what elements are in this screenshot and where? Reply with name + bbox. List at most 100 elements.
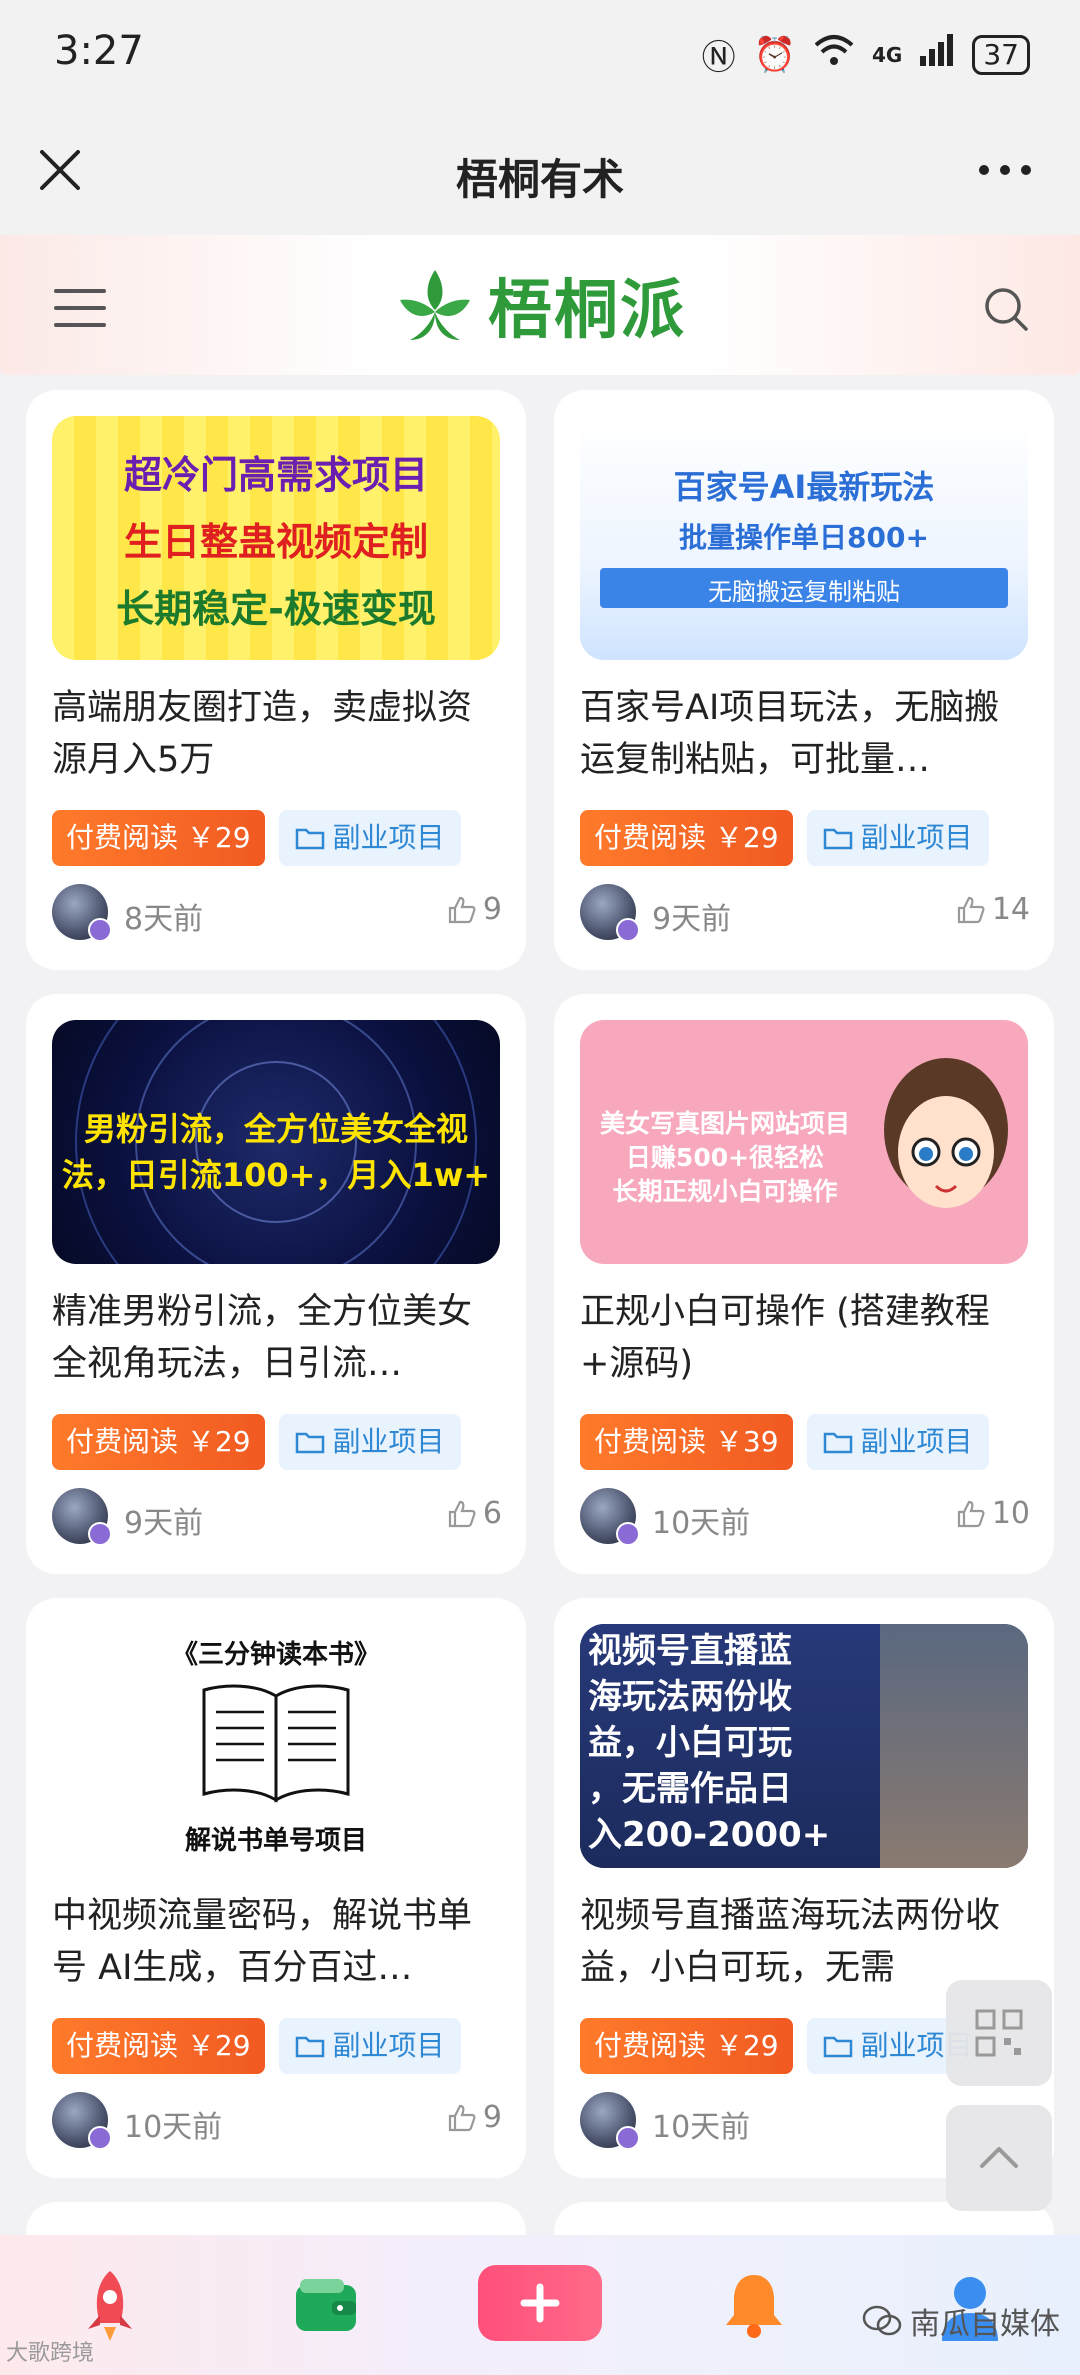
article-tags: 付费阅读 ￥39 副业项目	[580, 1414, 989, 1470]
app-nav-bar: 梧桐有术	[0, 110, 1080, 235]
network-label: 4G	[872, 42, 903, 67]
article-meta: 10天前 10	[580, 1488, 1030, 1546]
avatar[interactable]	[52, 2092, 112, 2150]
price-badge: 付费阅读 ￥29	[580, 810, 793, 866]
thumbs-up-icon	[448, 1500, 476, 1527]
publish-button[interactable]	[478, 2265, 602, 2341]
article-meta: 9天前 14	[580, 884, 1030, 942]
tab-home[interactable]	[70, 2265, 150, 2345]
like-count: 10	[991, 1496, 1030, 1531]
thumbnail-text: ，无需作品日	[588, 1769, 792, 1809]
nfc-icon: Ⓝ	[701, 38, 736, 78]
category-tag[interactable]: 副业项目	[278, 810, 461, 866]
article-tags: 付费阅读 ￥29 副业项目	[580, 810, 989, 866]
price-badge: 付费阅读 ￥29	[580, 2018, 793, 2074]
thumbs-up-icon	[448, 896, 476, 923]
thumbnail-text: 日赚500+很轻松	[625, 1143, 825, 1172]
article-thumbnail[interactable]: 百家号AI最新玩法 批量操作单日800+ 无脑搬运复制粘贴	[580, 416, 1028, 660]
category-tag[interactable]: 副业项目	[278, 1414, 461, 1470]
back-to-top-button[interactable]	[946, 2105, 1052, 2211]
like-button[interactable]: 10	[956, 1496, 1030, 1531]
qr-code-button[interactable]	[946, 1980, 1052, 2086]
article-thumbnail[interactable]: 《三分钟读本书》 解说书单号项目	[52, 1624, 500, 1868]
post-time: 10天前	[124, 2110, 223, 2145]
article-tags: 付费阅读 ￥29 副业项目	[580, 2018, 989, 2074]
post-time: 9天前	[124, 1506, 204, 1541]
article-thumbnail[interactable]: 男粉引流，全方位美女全视 法，日引流100+，月入1w+	[52, 1020, 500, 1264]
thumbnail-text: 解说书单号项目	[184, 1826, 367, 1856]
thumbnail-text: 《三分钟读本书》	[171, 1640, 380, 1670]
status-bar: 3:27 Ⓝ ⏰ 4G 37	[0, 0, 1080, 110]
category-label: 副业项目	[332, 821, 445, 854]
thumbs-up-icon	[957, 896, 985, 923]
article-card[interactable]: 视频号直播蓝 海玩法两份收 益，小白可玩 ，无需作品日 入200-2000+ 视…	[554, 1598, 1054, 2178]
battery-icon: 37	[972, 34, 1030, 75]
article-tags: 付费阅读 ￥29 副业项目	[52, 1414, 461, 1470]
like-button[interactable]: 9	[447, 892, 502, 927]
post-time: 10天前	[652, 2110, 751, 2145]
category-tag[interactable]: 副业项目	[278, 2018, 461, 2074]
folder-icon	[823, 828, 852, 850]
thumbnail-text: 长期稳定-极速变现	[116, 587, 436, 631]
verified-badge-icon	[88, 1522, 112, 1546]
plus-icon	[520, 2283, 560, 2323]
post-time: 10天前	[652, 1506, 751, 1541]
article-card[interactable]: 《三分钟读本书》 解说书单号项目 中视频流量密码，解说书单号 AI生成，百分百过…	[26, 1598, 526, 2178]
category-tag[interactable]: 副业项目	[806, 1414, 989, 1470]
category-label: 副业项目	[860, 821, 973, 854]
price-badge: 付费阅读 ￥29	[52, 810, 265, 866]
like-button[interactable]: 9	[447, 2100, 502, 2135]
bottom-tab-bar: 大歌跨境 南瓜自媒体	[0, 2235, 1080, 2375]
back-to-top-icon	[980, 2147, 1018, 2168]
verified-badge-icon	[616, 918, 640, 942]
avatar[interactable]	[52, 1488, 112, 1546]
folder-icon	[295, 828, 324, 850]
avatar[interactable]	[580, 1488, 640, 1546]
article-card[interactable]: 男粉引流，全方位美女全视 法，日引流100+，月入1w+ 精准男粉引流，全方位美…	[26, 994, 526, 1574]
thumbnail-text: 男粉引流，全方位美女全视	[83, 1110, 468, 1148]
leaf-logo-icon	[400, 270, 470, 340]
watermark-right: 南瓜自媒体	[862, 2299, 1060, 2343]
signal-icon	[920, 34, 954, 75]
article-card[interactable]: 美女写真图片网站项目 日赚500+很轻松 长期正规小白可操作 正规小白可操作 (…	[554, 994, 1054, 1574]
watermark-text: 南瓜自媒体	[910, 2307, 1060, 2342]
thumbnail-text: 视频号直播蓝	[588, 1631, 792, 1671]
article-title[interactable]: 百家号AI项目玩法，无脑搬运复制粘贴，可批量…	[580, 682, 1030, 786]
article-title[interactable]: 正规小白可操作 (搭建教程+源码)	[580, 1286, 1030, 1390]
verified-badge-icon	[616, 1522, 640, 1546]
article-card[interactable]: 百家号AI最新玩法 批量操作单日800+ 无脑搬运复制粘贴 百家号AI项目玩法，…	[554, 390, 1054, 970]
tab-notifications[interactable]	[714, 2265, 794, 2345]
like-button[interactable]: 14	[956, 892, 1030, 927]
article-thumbnail[interactable]: 超冷门高需求项目 生日整蛊视频定制 长期稳定-极速变现	[52, 416, 500, 660]
more-icon[interactable]	[970, 140, 1040, 200]
like-button[interactable]: 6	[447, 1496, 502, 1531]
avatar[interactable]	[580, 884, 640, 942]
post-time: 9天前	[652, 902, 732, 937]
like-count: 9	[482, 2100, 502, 2135]
open-book-icon	[202, 1684, 350, 1803]
tab-wallet[interactable]	[286, 2265, 366, 2345]
thumbnail-text: 批量操作单日800+	[679, 521, 929, 554]
menu-icon[interactable]	[50, 283, 110, 333]
thumbnail-text: 入200-2000+	[588, 1815, 831, 1855]
article-card[interactable]: 超冷门高需求项目 生日整蛊视频定制 长期稳定-极速变现 高端朋友圈打造，卖虚拟资…	[26, 390, 526, 970]
article-tags: 付费阅读 ￥29 副业项目	[52, 2018, 461, 2074]
article-title[interactable]: 中视频流量密码，解说书单号 AI生成，百分百过…	[52, 1890, 502, 1994]
article-thumbnail[interactable]: 美女写真图片网站项目 日赚500+很轻松 长期正规小白可操作	[580, 1020, 1028, 1264]
avatar[interactable]	[52, 884, 112, 942]
price-badge: 付费阅读 ￥29	[52, 1414, 265, 1470]
article-title[interactable]: 精准男粉引流，全方位美女全视角玩法，日引流…	[52, 1286, 502, 1390]
search-icon[interactable]	[980, 283, 1032, 335]
article-thumbnail[interactable]: 视频号直播蓝 海玩法两份收 益，小白可玩 ，无需作品日 入200-2000+	[580, 1624, 1028, 1868]
article-title[interactable]: 视频号直播蓝海玩法两份收益，小白可玩，无需	[580, 1890, 1030, 1994]
thumbnail-text: 法，日引流100+，月入1w+	[61, 1156, 491, 1194]
post-time: 8天前	[124, 902, 204, 937]
thumbs-up-icon	[448, 2104, 476, 2131]
avatar[interactable]	[580, 2092, 640, 2150]
article-meta: 8天前 9	[52, 884, 502, 942]
folder-icon	[823, 2036, 852, 2058]
site-logo[interactable]: 梧桐派	[390, 259, 690, 351]
article-title[interactable]: 高端朋友圈打造，卖虚拟资源月入5万	[52, 682, 502, 786]
article-meta: 9天前 6	[52, 1488, 502, 1546]
category-tag[interactable]: 副业项目	[806, 810, 989, 866]
